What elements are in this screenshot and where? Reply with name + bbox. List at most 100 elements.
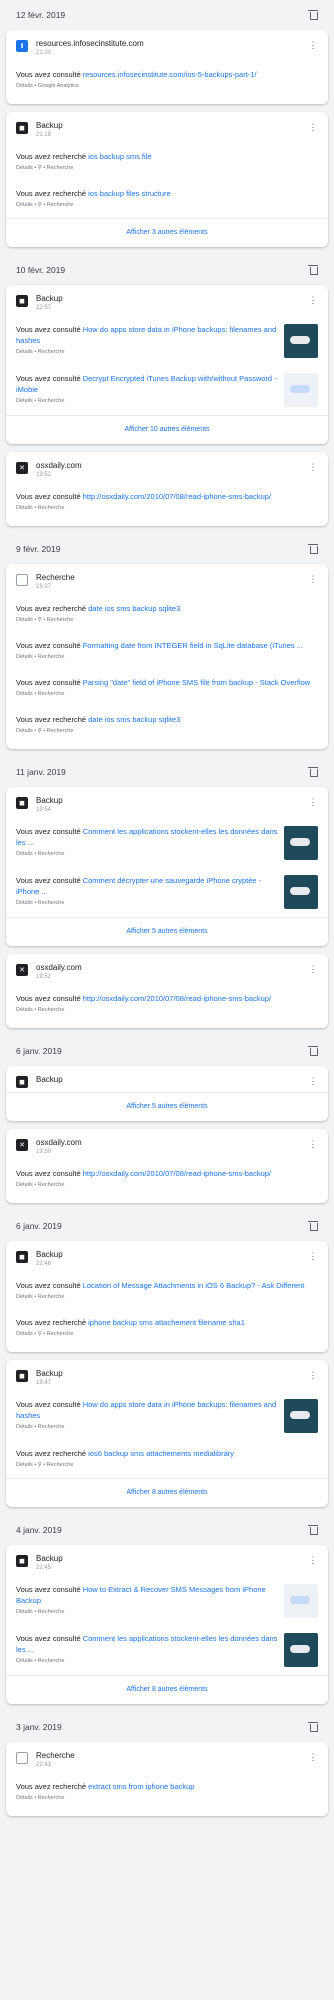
entry-action: Vous avez recherché [16,152,89,161]
day-header: 10 févr. 2019 [0,255,334,285]
entry-details[interactable]: Détails • Recherche [16,899,278,908]
thumbnail-image[interactable] [284,324,318,358]
entry-details[interactable]: Détails • Recherche [16,1794,318,1803]
site-name[interactable]: Backup [36,1249,308,1260]
activity-card: ✕ osxdaily.com 19:52 ⋮ Vous avez consulté ht… [6,452,328,526]
site-name[interactable]: Recherche [36,1750,308,1761]
history-entry: Vous avez consulté Parsing "date" field … [6,670,328,707]
site-favicon-icon: ◼ [16,295,28,307]
trash-icon[interactable] [308,767,318,777]
thumbnail-image[interactable] [284,1584,318,1618]
show-more-button[interactable]: Afficher 8 autres éléments [6,1675,328,1704]
entry-details[interactable]: Détails • Recherche [16,1657,278,1666]
show-more-button[interactable]: Afficher 10 autres éléments [6,415,328,444]
entry-details[interactable]: Détails • ⚲ • Recherche [16,1461,318,1470]
site-name[interactable]: Backup [36,1074,308,1085]
site-name[interactable]: Recherche [36,572,308,583]
entry-details[interactable]: Détails • Recherche [16,504,318,513]
entry-link[interactable]: ios backup sms file [88,152,151,161]
more-options-icon[interactable]: ⋮ [308,1251,318,1261]
site-name[interactable]: Backup [36,795,308,806]
timestamp: 19:52 [36,472,52,478]
entry-details[interactable]: Détails • Recherche [16,690,318,699]
entry-action: Vous avez consulté [16,492,83,501]
site-name[interactable]: osxdaily.com [36,962,308,973]
entry-link[interactable]: date ios sms backup sqlite3 [88,604,180,613]
entry-details[interactable]: Détails • Recherche [16,348,278,357]
more-options-icon[interactable]: ⋮ [308,295,318,305]
trash-icon[interactable] [308,10,318,20]
trash-icon[interactable] [308,544,318,554]
show-more-button[interactable]: Afficher 5 autres éléments [6,1092,328,1121]
trash-icon[interactable] [308,1722,318,1732]
more-options-icon[interactable]: ⋮ [308,1076,318,1086]
entry-link[interactable]: extract sms from iphone backup [88,1782,194,1791]
site-name[interactable]: Backup [36,120,308,131]
thumbnail-image[interactable] [284,875,318,909]
card-header: ◼ Backup 22:45 ⋮ [6,1545,328,1577]
entry-details[interactable]: Détails • Recherche [16,850,278,859]
day-date: 4 janv. 2019 [16,1525,62,1535]
show-more-button[interactable]: Afficher 5 autres éléments [6,917,328,946]
card-header-text: resources.infosecinstitute.com 21:20 [36,38,308,58]
activity-card: ◼ Backup ⋮ Afficher 5 autres éléments [6,1066,328,1121]
trash-icon[interactable] [308,1046,318,1056]
entry-link[interactable]: date ios sms backup sqlite3 [88,715,180,724]
more-options-icon[interactable]: ⋮ [308,1370,318,1380]
entry-details[interactable]: Détails • ⚲ • Recherche [16,616,318,625]
trash-icon[interactable] [308,1525,318,1535]
entry-details[interactable]: Détails • ⚲ • Recherche [16,201,318,210]
entry-link[interactable]: http://osxdaily.com/2010/07/08/read-ipho… [83,1169,271,1178]
more-options-icon[interactable]: ⋮ [308,1555,318,1565]
trash-icon[interactable] [308,265,318,275]
more-options-icon[interactable]: ⋮ [308,574,318,584]
site-name[interactable]: resources.infosecinstitute.com [36,38,308,49]
entry-details[interactable]: Détails • Recherche [16,1006,318,1015]
more-options-icon[interactable]: ⋮ [308,797,318,807]
entry-line: Vous avez recherché date ios sms backup … [16,603,318,614]
entry-details[interactable]: Détails • ⚲ • Recherche [16,1330,318,1339]
trash-icon[interactable] [308,1221,318,1231]
more-options-icon[interactable]: ⋮ [308,1139,318,1149]
site-name[interactable]: osxdaily.com [36,460,308,471]
entry-details[interactable]: Détails • ⚲ • Recherche [16,164,318,173]
entry-link[interactable]: http://osxdaily.com/2010/07/08/read-ipho… [83,492,271,501]
card-bottom-spacer [6,99,328,104]
more-options-icon[interactable]: ⋮ [308,122,318,132]
site-name[interactable]: Backup [36,1368,308,1379]
more-options-icon[interactable]: ⋮ [308,964,318,974]
entry-details[interactable]: Détails • Recherche [16,1293,318,1302]
more-options-icon[interactable]: ⋮ [308,40,318,50]
thumbnail-image[interactable] [284,373,318,407]
site-name[interactable]: osxdaily.com [36,1137,308,1148]
more-options-icon[interactable]: ⋮ [308,462,318,472]
entry-details[interactable]: Détails • Recherche [16,1608,278,1617]
history-entry: Vous avez recherché ios backup files str… [6,181,328,218]
entry-link[interactable]: ios6 backup sms attachements medialibrar… [88,1449,234,1458]
entry-link[interactable]: http://osxdaily.com/2010/07/08/read-ipho… [83,994,271,1003]
thumbnail-image[interactable] [284,1633,318,1667]
entry-link[interactable]: Location of Message Attachments in iOS 6… [83,1281,305,1290]
thumbnail-image[interactable] [284,1399,318,1433]
card-header: ◼ Backup 22:46 ⋮ [6,1241,328,1273]
entry-link[interactable]: iphone backup sms attachement filename s… [88,1318,245,1327]
site-favicon-icon: ▤ [16,1752,28,1764]
show-more-button[interactable]: Afficher 8 autres éléments [6,1478,328,1507]
entry-link[interactable]: resources.infosecinstitute.com/ios-5-bac… [83,70,257,79]
entry-details[interactable]: Détails • Recherche [16,397,278,406]
entry-details[interactable]: Détails • Recherche [16,653,318,662]
entry-link[interactable]: Parsing "date" field of iPhone SMS file … [83,678,311,687]
card-header-text: osxdaily.com 19:52 [36,962,308,982]
more-options-icon[interactable]: ⋮ [308,1752,318,1762]
entry-link[interactable]: Formatting date from INTEGER field in Sq… [83,641,303,650]
thumbnail-image[interactable] [284,826,318,860]
show-more-button[interactable]: Afficher 3 autres éléments [6,218,328,247]
history-entry: Vous avez recherché extract sms from iph… [6,1774,328,1811]
entry-link[interactable]: ios backup files structure [88,189,171,198]
entry-details[interactable]: Détails • Recherche [16,1181,318,1190]
entry-details[interactable]: Détails • Google Analytics [16,82,318,91]
site-name[interactable]: Backup [36,293,308,304]
entry-details[interactable]: Détails • ⚲ • Recherche [16,727,318,736]
site-name[interactable]: Backup [36,1553,308,1564]
entry-details[interactable]: Détails • Recherche [16,1423,278,1432]
